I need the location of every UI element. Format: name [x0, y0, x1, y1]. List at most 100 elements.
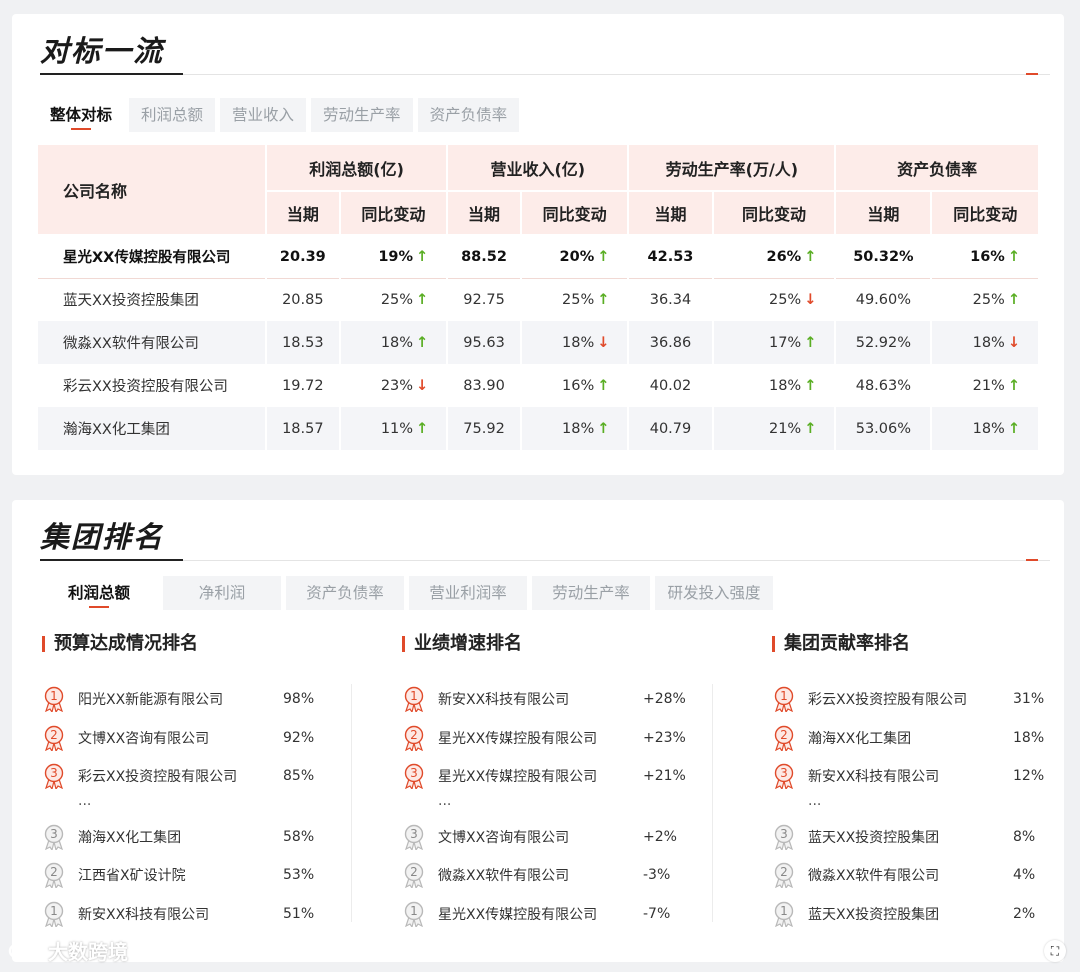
tab-operating-margin[interactable]: 营业利润率	[409, 576, 527, 610]
svg-text:1: 1	[50, 904, 58, 918]
current-value: 48.63%	[835, 364, 933, 407]
watermark-text: 大数跨境	[48, 940, 128, 964]
yoy-change: 25% ↑	[520, 278, 630, 321]
rank-value: 85%	[283, 768, 315, 785]
ranking-list: 1 新安XX科技有限公司 +28% 2 星光XX传媒控股有限公司 +23% 3 星光…	[402, 680, 722, 933]
yoy-change: 19% ↑	[339, 235, 449, 279]
title-accent-mark	[1026, 73, 1038, 75]
rank-value: 53%	[283, 867, 315, 884]
tab-productivity[interactable]: 劳动生产率	[311, 98, 413, 132]
current-value: 95.63	[447, 321, 522, 364]
group-header: 劳动生产率(万/人)	[628, 145, 837, 192]
title-rule	[40, 560, 1050, 561]
gray-ribbon-medal-icon: 1	[402, 901, 426, 929]
sub-header-current: 当期	[835, 191, 933, 236]
red-ribbon-medal-icon: 2	[402, 725, 426, 753]
tab-productivity[interactable]: 劳动生产率	[532, 576, 650, 610]
list-item: 1 阳光XX新能源有限公司 98%	[42, 680, 362, 719]
yoy-change-value: 19%	[378, 248, 414, 265]
sub-header-change: 同比变动	[931, 191, 1040, 236]
yoy-change: 11% ↑	[339, 407, 449, 450]
yoy-change-value: 16%	[970, 248, 1005, 265]
ranking-column-title: 集团贡献率排名	[772, 632, 1080, 656]
yoy-change-value: 18%	[972, 334, 1005, 351]
arrow-down-icon: ↓	[597, 334, 610, 351]
benchmark-title: 对标一流	[40, 34, 165, 68]
tab-revenue[interactable]: 营业收入	[220, 98, 307, 132]
tab-debt-ratio[interactable]: 资产负债率	[286, 576, 404, 610]
red-ribbon-medal-icon: 3	[402, 763, 426, 791]
yoy-change-value: 25%	[768, 291, 802, 308]
tab-total-profit[interactable]: 利润总额	[40, 576, 158, 610]
yoy-change: 20% ↑	[520, 235, 630, 279]
rank-company-name: 瀚海XX化工集团	[78, 829, 182, 846]
list-item: 3 瀚海XX化工集团 58%	[42, 818, 362, 857]
list-item: 2 微淼XX软件有限公司 -3%	[402, 856, 722, 895]
gray-ribbon-medal-icon: 2	[772, 862, 796, 890]
rank-value: 12%	[1013, 768, 1045, 785]
list-item: 1 新安XX科技有限公司 +28%	[402, 680, 722, 719]
red-ribbon-medal-icon: 1	[42, 686, 66, 714]
yoy-change-value: 25%	[972, 291, 1005, 308]
arrow-up-icon: ↑	[597, 248, 610, 265]
fullscreen-icon[interactable]: ⛶	[1044, 940, 1066, 962]
svg-text:2: 2	[50, 728, 58, 742]
svg-text:3: 3	[410, 766, 418, 780]
table-row: 蓝天XX投资控股集团 20.85 25% ↑ 92.75 25% ↑ 36.34 25% ↓ 49.…	[38, 278, 1040, 321]
watermark-logo-icon	[8, 942, 46, 958]
red-ribbon-medal-icon: 1	[772, 686, 796, 714]
group-header: 营业收入(亿)	[447, 145, 630, 192]
rank-company-name: 文博XX咨询有限公司	[78, 730, 210, 747]
red-ribbon-medal-icon: 3	[42, 763, 66, 791]
watermark: 大数跨境	[8, 936, 128, 965]
rank-company-name: 江西省X矿设计院	[78, 868, 186, 885]
tab-profit[interactable]: 利润总额	[129, 98, 216, 132]
yoy-change-value: 20%	[559, 248, 595, 265]
yoy-change: 25% ↑	[339, 278, 449, 321]
benchmark-table: 公司名称 利润总额(亿) 营业收入(亿) 劳动生产率(万/人) 资产负债率 当期…	[38, 145, 1040, 450]
current-value: 49.60%	[835, 278, 933, 321]
yoy-change: 23% ↓	[339, 364, 449, 407]
current-value: 50.32%	[835, 235, 933, 279]
sub-header-change: 同比变动	[339, 191, 449, 236]
company-name: 微淼XX软件有限公司	[38, 321, 267, 364]
yoy-change-value: 17%	[768, 334, 802, 351]
title-underline	[40, 559, 183, 561]
rank-company-name: 微淼XX软件有限公司	[808, 868, 940, 885]
rank-company-name: 蓝天XX投资控股集团	[808, 906, 940, 923]
tab-net-profit[interactable]: 净利润	[163, 576, 281, 610]
arrow-up-icon: ↑	[597, 291, 610, 308]
company-header: 公司名称	[38, 145, 267, 236]
yoy-change: 16% ↑	[931, 235, 1040, 279]
current-value: 42.53	[628, 235, 714, 279]
red-ribbon-medal-icon: 2	[42, 725, 66, 753]
svg-text:3: 3	[410, 827, 418, 841]
company-name: 瀚海XX化工集团	[38, 407, 267, 450]
svg-text:1: 1	[50, 689, 58, 703]
current-value: 88.52	[447, 235, 522, 279]
rank-company-name: 阳光XX新能源有限公司	[78, 692, 224, 709]
benchmark-card: 对标一流 整体对标 利润总额 营业收入 劳动生产率 资产负债率 公司名称 利润总…	[12, 14, 1064, 475]
tab-overall[interactable]: 整体对标	[38, 98, 125, 132]
ellipsis: ...	[438, 792, 452, 809]
current-value: 18.57	[266, 407, 341, 450]
ranking-column-contribution: 集团贡献率排名 1 彩云XX投资控股有限公司 31% 2 瀚海XX化工集团 18% …	[772, 632, 1080, 933]
current-value: 36.34	[628, 278, 714, 321]
ranking-column-title: 业绩增速排名	[402, 632, 722, 656]
rank-company-name: 蓝天XX投资控股集团	[808, 829, 940, 846]
svg-text:2: 2	[780, 865, 788, 879]
current-value: 20.39	[266, 235, 341, 279]
gray-ribbon-medal-icon: 3	[402, 824, 426, 852]
ellipsis: ...	[808, 792, 822, 809]
rank-value: 4%	[1013, 867, 1036, 884]
ellipsis: ...	[78, 792, 92, 809]
current-value: 18.53	[266, 321, 341, 364]
arrow-up-icon: ↑	[597, 377, 610, 394]
current-value: 75.92	[447, 407, 522, 450]
tab-debt-ratio[interactable]: 资产负债率	[417, 98, 520, 132]
yoy-change: 17% ↑	[712, 321, 837, 364]
rank-value: 8%	[1013, 828, 1036, 845]
sub-header-change: 同比变动	[712, 191, 837, 236]
tab-rd-intensity[interactable]: 研发投入强度	[655, 576, 773, 610]
list-item: 2 江西省X矿设计院 53%	[42, 856, 362, 895]
